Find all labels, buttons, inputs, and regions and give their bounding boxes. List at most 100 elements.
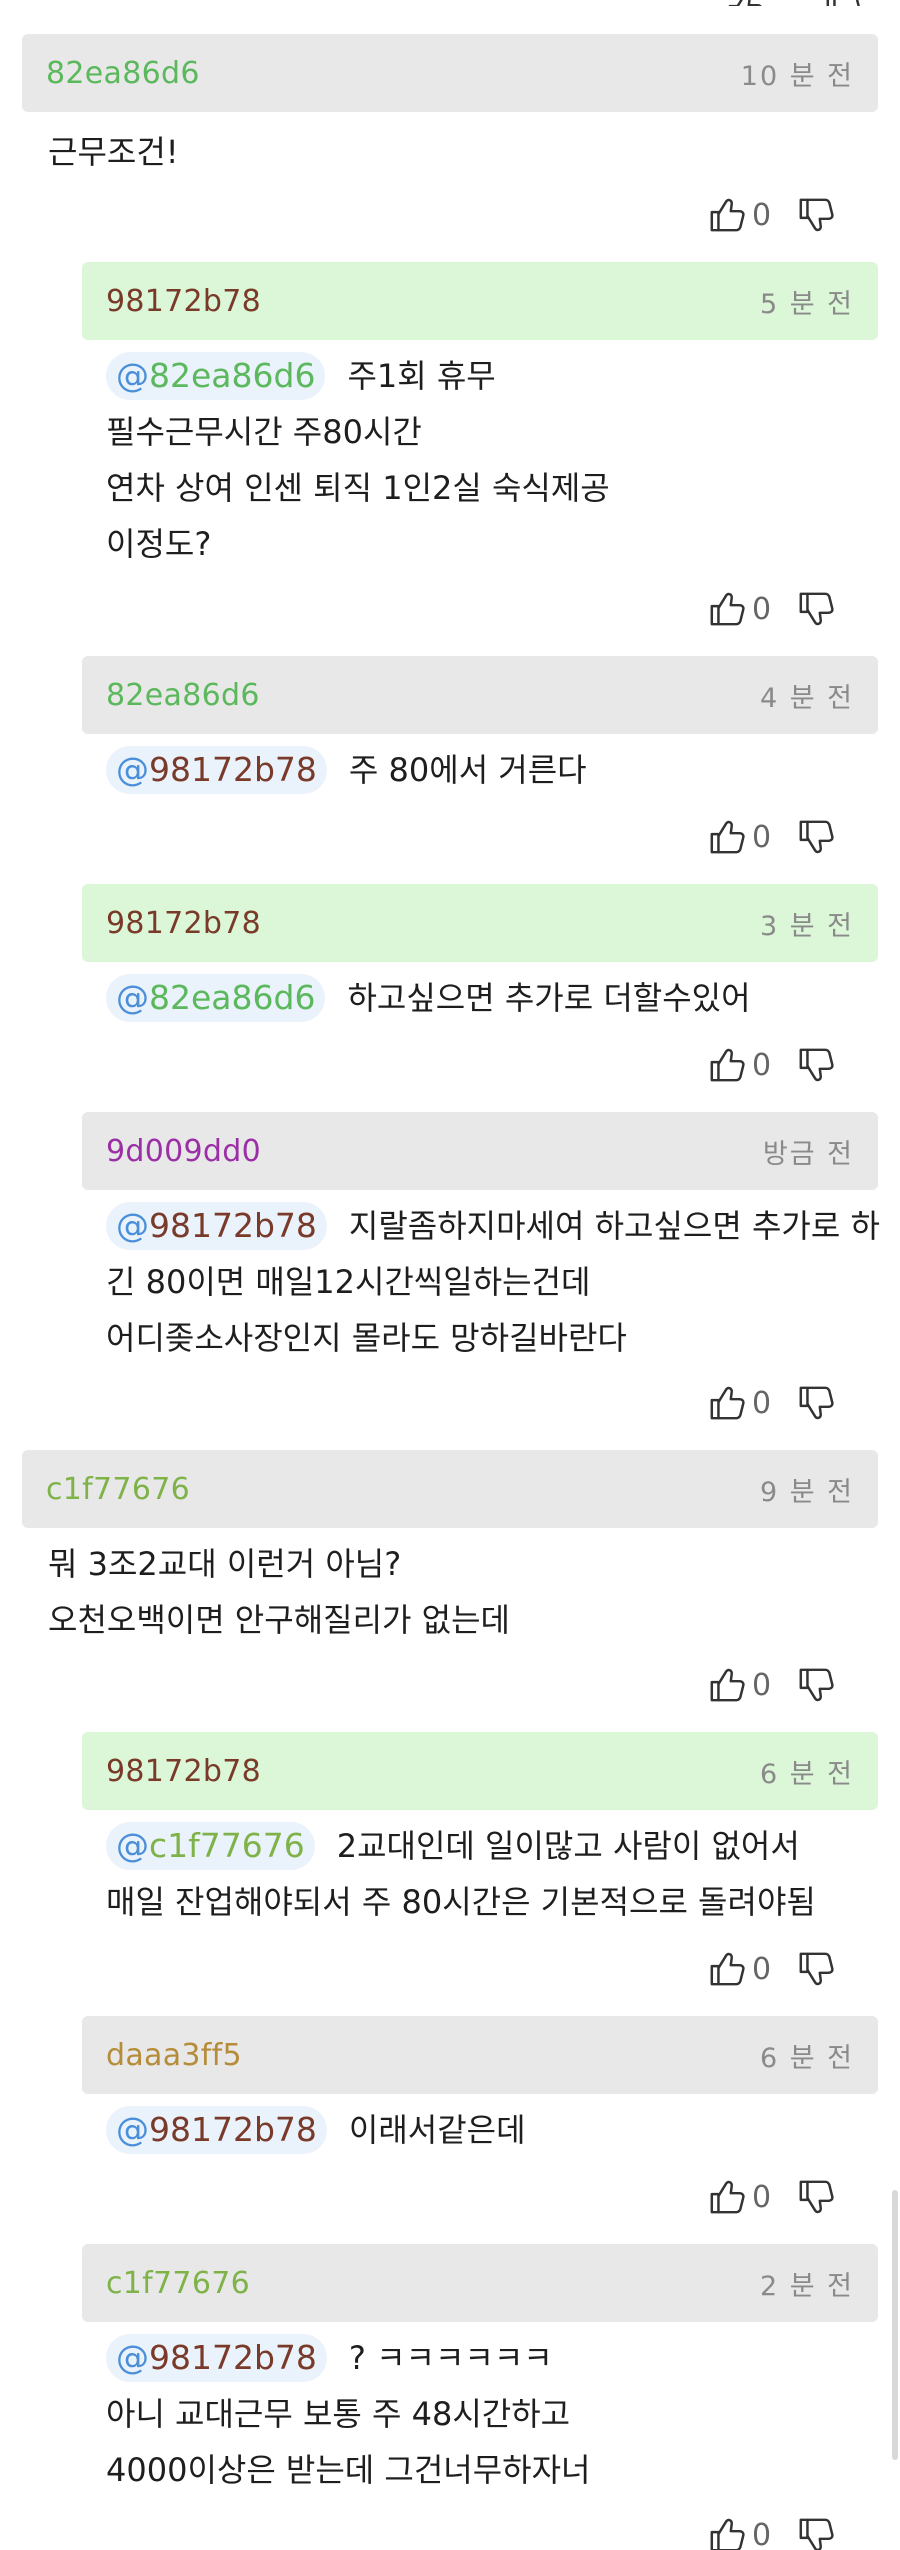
thumbs-up-icon[interactable] <box>708 1950 746 1988</box>
thumbs-up-icon[interactable] <box>726 0 764 6</box>
mention-tag[interactable]: @98172b78 <box>106 1202 327 1250</box>
comment-author[interactable]: 98172b78 <box>106 906 261 941</box>
comment-body: @98172b78 주 80에서 거른다 <box>106 742 587 798</box>
like-count: 0 <box>752 819 772 855</box>
comment-line: @98172b78 이래서같은데 <box>106 2102 526 2158</box>
comment-line: 어디좆소사장인지 몰라도 망하길바란다 <box>106 1319 627 1357</box>
comment-author[interactable]: 82ea86d6 <box>106 678 260 713</box>
comment-line: @c1f77676 2교대인데 일이많고 사람이 없어서 <box>106 1818 816 1874</box>
comment-line: 긴 80이면 매일12시간씩일하는건데 <box>106 1263 591 1301</box>
comment-line: 연차 상여 인센 퇴직 1인2실 숙식제공 <box>106 469 610 507</box>
comment-timestamp: 6 분 전 <box>759 1758 854 1790</box>
comment-timestamp: 10 분 전 <box>740 60 854 92</box>
comment-header: 98172b78 6 분 전 <box>82 1732 878 1810</box>
vote-controls: 0 <box>708 190 835 240</box>
comment-body: @c1f77676 2교대인데 일이많고 사람이 없어서매일 잔업해야되서 주 8… <box>106 1818 816 1930</box>
comment-line: 4000이상은 받는데 그건너무하자너 <box>106 2451 591 2489</box>
scrollbar[interactable] <box>892 2190 898 2460</box>
mention-tag[interactable]: @98172b78 <box>106 746 327 794</box>
like-count: 0 <box>752 2517 772 2550</box>
comment-timestamp: 6 분 전 <box>759 2042 854 2074</box>
comment-line: 아니 교대근무 보통 주 48시간하고 <box>106 2395 571 2433</box>
thumbs-down-icon[interactable] <box>797 1666 835 1704</box>
thumbs-up-icon[interactable] <box>708 1384 746 1422</box>
like-count: 0 <box>752 1667 772 1703</box>
thumbs-down-icon[interactable] <box>797 2178 835 2216</box>
comment-body: 근무조건! <box>48 124 179 180</box>
comment-author[interactable]: c1f77676 <box>106 2266 250 2301</box>
thumbs-up-icon[interactable] <box>708 1046 746 1084</box>
comment-body: @82ea86d6 주1회 휴무필수근무시간 주80시간연차 상여 인센 퇴직 1… <box>106 348 610 572</box>
vote-controls: 0 <box>708 584 835 634</box>
mention-tag[interactable]: @82ea86d6 <box>106 352 326 400</box>
mention-tag[interactable]: @82ea86d6 <box>106 974 326 1022</box>
vote-controls: 0 <box>708 1944 835 1994</box>
comment-author[interactable]: 98172b78 <box>106 284 261 319</box>
comment-body: 뭐 3조2교대 이런거 아님? 오천오백이면 안구해질리가 없는데 <box>48 1536 510 1648</box>
comment-line: @82ea86d6 하고싶으면 추가로 더할수있어 <box>106 970 751 1026</box>
thumbs-up-icon[interactable] <box>708 818 746 856</box>
comment-line: 뭐 3조2교대 이런거 아님? <box>48 1545 402 1583</box>
comment-header: 98172b78 3 분 전 <box>82 884 878 962</box>
comment-line: @98172b78 지랄좀하지마세여 하고싶으면 추가로 하 <box>106 1198 880 1254</box>
thumbs-down-icon[interactable] <box>797 818 835 856</box>
thumbs-up-icon[interactable] <box>708 590 746 628</box>
previous-vote-controls <box>720 0 862 9</box>
vote-controls: 0 <box>708 2172 835 2222</box>
comment-author[interactable]: 9d009dd0 <box>106 1134 261 1169</box>
comment-line: @98172b78 주 80에서 거른다 <box>106 742 587 798</box>
thumbs-down-icon[interactable] <box>797 1046 835 1084</box>
comment-header: c1f77676 9 분 전 <box>22 1450 878 1528</box>
like-count: 0 <box>752 591 772 627</box>
comment-line: 오천오백이면 안구해질리가 없는데 <box>48 1601 510 1639</box>
comment-timestamp: 방금 전 <box>762 1138 854 1170</box>
comment-timestamp: 3 분 전 <box>759 910 854 942</box>
thumbs-down-icon[interactable] <box>824 0 862 6</box>
thumbs-down-icon[interactable] <box>797 196 835 234</box>
comment-header: c1f77676 2 분 전 <box>82 2244 878 2322</box>
comment-author[interactable]: c1f77676 <box>46 1472 190 1507</box>
thumbs-up-icon[interactable] <box>708 2516 746 2550</box>
thumbs-down-icon[interactable] <box>797 1950 835 1988</box>
vote-controls: 0 <box>708 1040 835 1090</box>
mention-tag[interactable]: @c1f77676 <box>106 1822 315 1870</box>
thumbs-down-icon[interactable] <box>797 2516 835 2550</box>
like-count: 0 <box>752 197 772 233</box>
comment-header: 82ea86d6 4 분 전 <box>82 656 878 734</box>
thumbs-up-icon[interactable] <box>708 2178 746 2216</box>
like-count: 0 <box>752 2179 772 2215</box>
mention-tag[interactable]: @98172b78 <box>106 2106 327 2154</box>
comment-timestamp: 5 분 전 <box>759 288 854 320</box>
vote-controls: 0 <box>708 2510 835 2550</box>
comment-header: 82ea86d6 10 분 전 <box>22 34 878 112</box>
comment-header: 9d009dd0 방금 전 <box>82 1112 878 1190</box>
like-count: 0 <box>752 1385 772 1421</box>
comment-line: @82ea86d6 주1회 휴무 <box>106 348 610 404</box>
thumbs-down-icon[interactable] <box>797 1384 835 1422</box>
like-count: 0 <box>752 1951 772 1987</box>
comment-header: daaa3ff5 6 분 전 <box>82 2016 878 2094</box>
comment-author[interactable]: 98172b78 <box>106 1754 261 1789</box>
comment-header: 98172b78 5 분 전 <box>82 262 878 340</box>
comment-line: 이정도? <box>106 525 212 563</box>
comment-timestamp: 2 분 전 <box>759 2270 854 2302</box>
comment-timestamp: 9 분 전 <box>759 1476 854 1508</box>
comment-body: @82ea86d6 하고싶으면 추가로 더할수있어 <box>106 970 751 1026</box>
comment-line: @98172b78? ㅋㅋㅋㅋㅋㅋ <box>106 2330 591 2386</box>
comment-body: @98172b78 지랄좀하지마세여 하고싶으면 추가로 하긴 80이면 매일12… <box>106 1198 880 1366</box>
comment-line: 근무조건! <box>48 133 179 171</box>
vote-controls: 0 <box>708 812 835 862</box>
comment-line: 매일 잔업해야되서 주 80시간은 기본적으로 돌려야됨 <box>106 1883 816 1921</box>
comment-author[interactable]: 82ea86d6 <box>46 56 200 91</box>
thumbs-up-icon[interactable] <box>708 196 746 234</box>
vote-controls: 0 <box>708 1378 835 1428</box>
thumbs-up-icon[interactable] <box>708 1666 746 1704</box>
comment-timestamp: 4 분 전 <box>759 682 854 714</box>
comment-line: 필수근무시간 주80시간 <box>106 413 422 451</box>
comment-author[interactable]: daaa3ff5 <box>106 2038 242 2073</box>
mention-tag[interactable]: @98172b78 <box>106 2334 327 2382</box>
vote-controls: 0 <box>708 1660 835 1710</box>
comment-body: @98172b78? ㅋㅋㅋㅋㅋㅋ 아니 교대근무 보통 주 48시간하고 4000… <box>106 2330 591 2498</box>
like-count: 0 <box>752 1047 772 1083</box>
thumbs-down-icon[interactable] <box>797 590 835 628</box>
